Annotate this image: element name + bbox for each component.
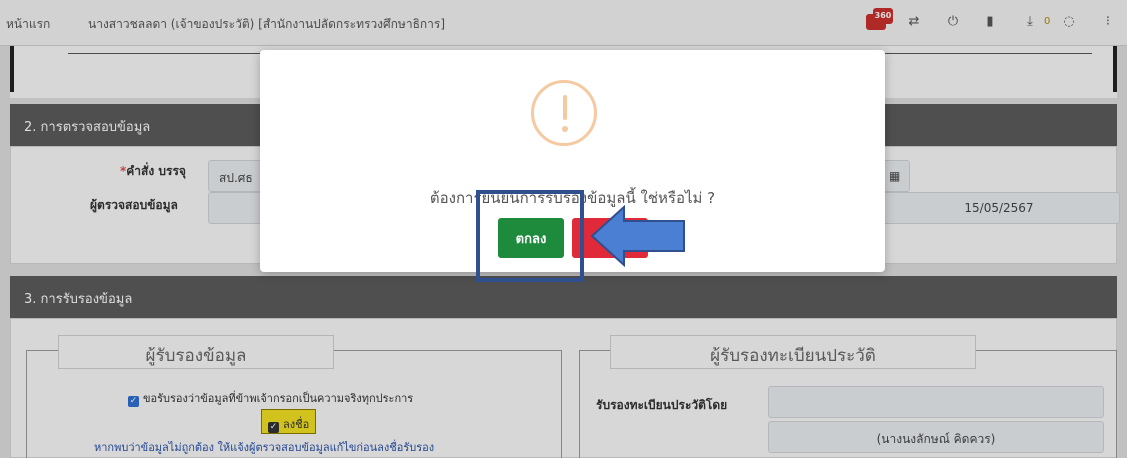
annotation-highlight-box: [476, 190, 584, 282]
warning-icon: [531, 80, 597, 146]
pointer-arrow-icon: [590, 205, 685, 267]
